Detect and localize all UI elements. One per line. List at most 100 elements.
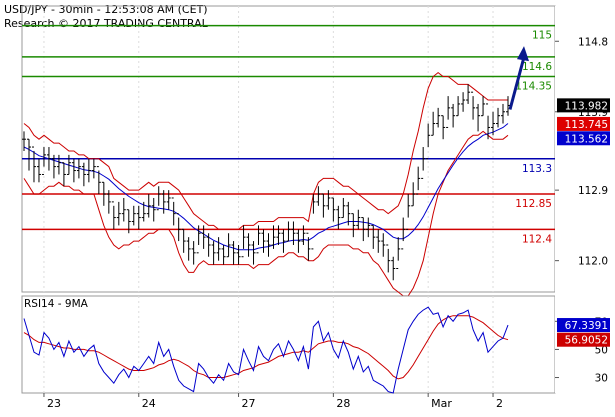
- y-tick-label: 112.9: [578, 185, 608, 197]
- price-bar: [251, 241, 256, 265]
- projection-arrow-head: [517, 46, 529, 62]
- price-bar: [416, 166, 421, 195]
- price-bar: [41, 147, 46, 175]
- price-bar: [246, 233, 251, 257]
- level-label-resistance: 115: [532, 30, 552, 42]
- price-bar: [391, 256, 396, 281]
- price-bar: [461, 92, 466, 112]
- rsi-tag-rsi_ma: 56.9052: [565, 335, 608, 347]
- price-bar: [341, 197, 346, 219]
- price-bar: [431, 111, 436, 136]
- price-bar: [31, 146, 36, 183]
- price-bar: [406, 194, 411, 230]
- price-bar: [291, 221, 296, 245]
- price-bar: [206, 233, 211, 257]
- chart-canvas: 115 114.6 114.35 113.3 112.85 112.4 RSI14 - 9…: [21, 5, 610, 410]
- price-bar: [211, 241, 216, 265]
- bollinger-lower-line: [23, 130, 509, 297]
- rsi-panel-frame: [21, 295, 556, 394]
- price-bar: [296, 229, 301, 253]
- price-bar: [136, 205, 141, 230]
- price-bar: [186, 237, 191, 261]
- price-bar: [276, 225, 281, 245]
- rsi-line: [23, 306, 509, 394]
- price-bar: [476, 103, 481, 132]
- x-tick-label: Mar: [431, 397, 452, 410]
- price-bar: [301, 225, 306, 245]
- price-bar: [501, 103, 506, 124]
- price-bar: [26, 138, 31, 171]
- price-bar: [221, 244, 226, 265]
- price-bar: [36, 158, 41, 183]
- price-bar: [191, 241, 196, 265]
- price-bar: [116, 201, 121, 226]
- y-tick-label: 112.0: [578, 256, 608, 268]
- rsi-tag-rsi: 67.3391: [565, 320, 608, 332]
- price-bar: [91, 158, 96, 179]
- x-tick-label: 2: [496, 397, 503, 410]
- level-label-resistance: 114.35: [515, 81, 552, 93]
- level-label-support: 112.4: [522, 233, 552, 245]
- price-bar: [506, 96, 510, 116]
- price-bar: [421, 147, 426, 179]
- price-tag-mid: 113.745: [565, 119, 608, 131]
- price-bar: [181, 228, 186, 253]
- price-bar: [466, 84, 471, 104]
- price-bar: [471, 91, 476, 120]
- price-bar: [231, 241, 236, 265]
- price-bar: [496, 107, 501, 128]
- price-bar: [436, 107, 441, 128]
- price-bar: [331, 197, 336, 222]
- price-bar: [71, 158, 76, 183]
- price-tag-lower: 113.562: [565, 133, 608, 145]
- price-bar: [366, 217, 371, 238]
- price-bar: [381, 233, 386, 257]
- price-bar: [61, 162, 66, 187]
- price-bar: [176, 213, 181, 242]
- price-bar: [326, 190, 331, 210]
- price-bar: [261, 229, 266, 253]
- y-tick-label: 114.8: [578, 36, 608, 48]
- price-bar: [426, 123, 431, 160]
- price-bar: [306, 232, 311, 261]
- level-label-support: 112.85: [515, 198, 552, 210]
- price-bar: [241, 225, 246, 258]
- price-bar: [281, 229, 286, 253]
- price-bar: [121, 197, 126, 222]
- price-tag-current: 113.982: [565, 100, 608, 112]
- x-tick-label: 28: [336, 397, 350, 410]
- price-bar: [216, 237, 221, 261]
- moving-average-line: [23, 123, 509, 251]
- rsi-tick-label: 30: [595, 373, 608, 385]
- price-bar: [266, 233, 271, 257]
- price-bar: [396, 237, 401, 269]
- x-tick-label: 23: [47, 397, 61, 410]
- price-panel-frame: [21, 5, 556, 293]
- price-panel: 115 114.6 114.35 113.3 112.85 112.4: [21, 5, 556, 297]
- price-bar: [111, 201, 116, 230]
- x-tick-label: 27: [242, 397, 256, 410]
- rsi-title: RSI14 - 9MA: [24, 298, 89, 310]
- price-bar: [156, 186, 161, 211]
- price-bar: [441, 115, 446, 140]
- price-bar: [376, 229, 381, 253]
- price-bar: [321, 193, 326, 218]
- price-bar: [446, 96, 451, 128]
- price-bar: [336, 205, 341, 230]
- price-bar: [81, 162, 86, 187]
- price-bar: [386, 244, 391, 273]
- price-bar: [481, 96, 486, 117]
- price-bar: [401, 217, 406, 250]
- price-bar: [151, 197, 156, 222]
- price-bar: [456, 96, 461, 117]
- price-bar: [131, 205, 136, 226]
- price-bar: [236, 244, 241, 265]
- price-bar: [351, 213, 356, 238]
- price-bar: [356, 209, 361, 230]
- level-label-resistance: 114.6: [522, 61, 552, 73]
- rsi-panel: RSI14 - 9MA: [21, 295, 556, 394]
- price-bar: [286, 221, 291, 242]
- price-bar: [96, 166, 101, 195]
- level-label-pivot: 113.3: [522, 163, 552, 175]
- price-bar: [166, 190, 171, 210]
